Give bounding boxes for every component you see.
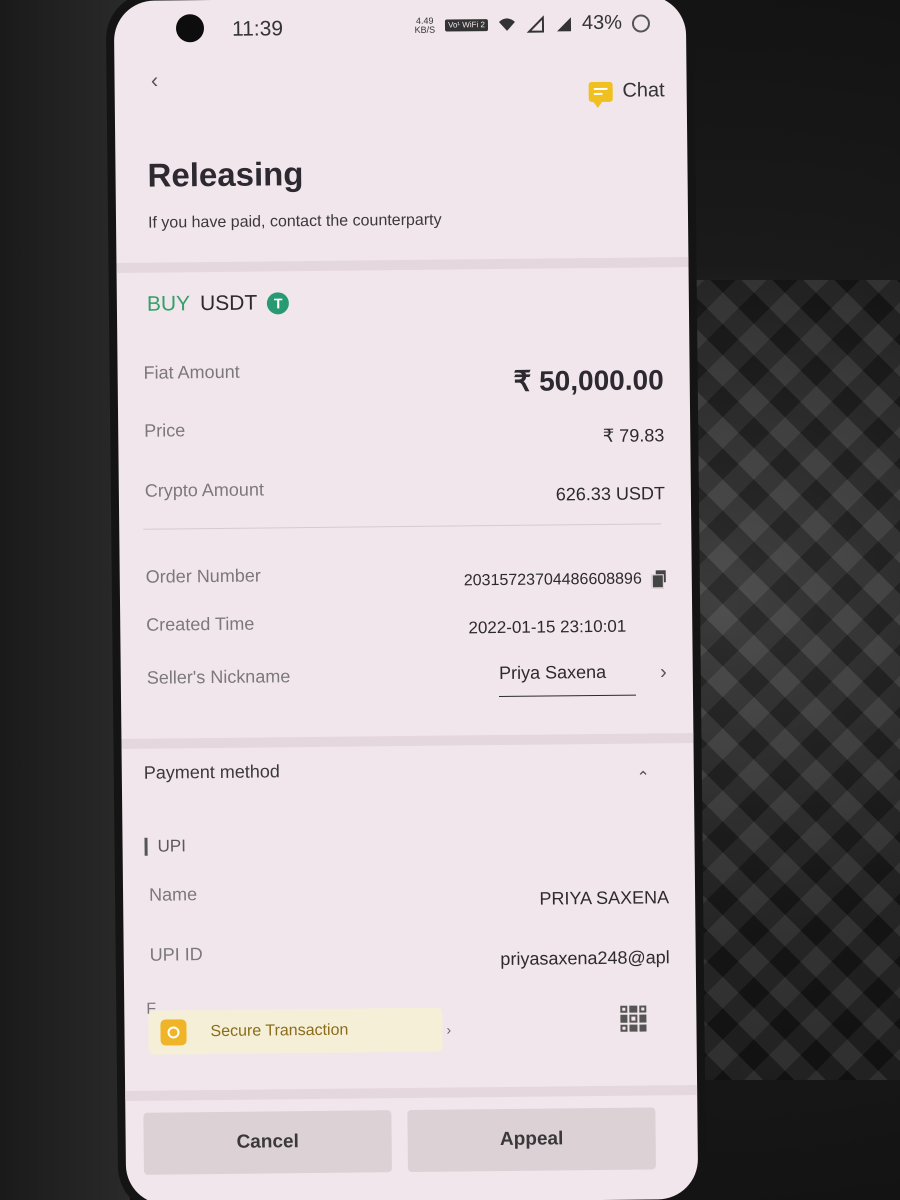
order-number-row: Order Number 20315723704486608896	[145, 561, 666, 590]
copy-icon[interactable]	[652, 571, 666, 587]
upi-method-label: UPI	[157, 836, 187, 856]
chat-button[interactable]: Chat	[588, 79, 665, 103]
crypto-amount-value: 626.33 USDT	[555, 483, 666, 505]
created-time-value: 2022-01-15 23:10:01	[468, 616, 627, 637]
trade-asset: USDT	[199, 291, 258, 316]
tether-icon: T	[267, 292, 290, 315]
upi-id-value[interactable]: priyasaxena248@apl	[500, 947, 670, 970]
fiat-amount-value: ₹ 50,000.00	[513, 364, 664, 397]
seller-nickname: Priya Saxena	[498, 661, 637, 698]
trade-header: BUY USDT T	[147, 291, 290, 316]
amounts-divider	[143, 523, 662, 530]
phone-screen: 11:39 4.49 KB/S Vo¹ WiFi 2 43% ‹ Chat Re…	[113, 0, 699, 1200]
seller-row[interactable]: Seller's Nickname Priya Saxena ›	[146, 655, 667, 698]
battery-percent: 43%	[581, 11, 623, 35]
appeal-button[interactable]: Appeal	[407, 1107, 656, 1173]
payee-name-row: Name PRIYA SAXENA	[148, 879, 669, 908]
signal-icon	[526, 15, 545, 33]
crypto-amount-label: Crypto Amount	[144, 479, 265, 501]
wifi-calling-badge: Vo¹ WiFi 2	[444, 18, 489, 32]
chat-label: Chat	[622, 79, 665, 102]
upi-id-label: UPI ID	[149, 944, 203, 965]
status-time: 11:39	[231, 17, 284, 41]
order-number-value: 20315723704486608896	[463, 570, 642, 590]
crypto-amount-row: Crypto Amount 626.33 USDT	[144, 475, 665, 504]
created-time-label: Created Time	[146, 613, 255, 635]
chat-icon	[588, 81, 613, 102]
status-bar: 11:39 4.49 KB/S Vo¹ WiFi 2 43%	[114, 0, 687, 55]
created-time-row: Created Time 2022-01-15 23:10:01	[146, 609, 666, 637]
page-subtitle: If you have paid, contact the counterpar…	[147, 211, 442, 232]
secure-chevron-icon: ›	[446, 1021, 452, 1038]
shield-icon	[160, 1019, 187, 1046]
fiat-amount-row: Fiat Amount ₹ 50,000.00	[143, 351, 664, 397]
upi-heading: UPI	[144, 836, 186, 856]
order-number-field: 20315723704486608896	[464, 567, 666, 590]
signal-icon-2	[557, 16, 572, 31]
trade-side: BUY	[146, 292, 191, 316]
price-value: ₹ 79.83	[602, 425, 665, 446]
front-camera	[175, 14, 205, 43]
price-label: Price	[144, 420, 186, 441]
page-title: Releasing	[147, 155, 304, 194]
cancel-button[interactable]: Cancel	[143, 1110, 392, 1175]
price-row: Price ₹ 79.83	[144, 415, 664, 446]
secure-transaction-label: Secure Transaction	[210, 1021, 349, 1041]
status-indicators: 4.49 KB/S Vo¹ WiFi 2 43%	[414, 11, 651, 36]
order-number-label: Order Number	[145, 565, 261, 587]
seller-link[interactable]: Priya Saxena ›	[498, 655, 667, 698]
secure-transaction-banner[interactable]: Secure Transaction	[148, 1007, 443, 1055]
network-speed-unit: KB/S	[414, 24, 436, 35]
payee-name-value: PRIYA SAXENA	[539, 887, 670, 909]
wifi-icon	[498, 17, 515, 31]
upi-id-row: UPI ID priyasaxena248@apl	[149, 939, 670, 969]
payment-method-title: Payment method	[143, 761, 280, 783]
seller-label: Seller's Nickname	[146, 665, 291, 688]
network-speed: 4.49 KB/S	[414, 15, 436, 35]
fiat-amount-label: Fiat Amount	[143, 361, 240, 383]
qr-code-icon[interactable]	[620, 1005, 647, 1032]
payee-name-label: Name	[148, 884, 198, 905]
section-divider-2	[121, 732, 694, 749]
section-divider-3	[125, 1084, 698, 1101]
upi-marker	[144, 837, 148, 856]
chevron-up-icon[interactable]: ⌃	[636, 767, 650, 787]
background-fabric	[670, 280, 900, 1080]
chevron-right-icon: ›	[659, 660, 667, 683]
battery-icon	[631, 13, 651, 33]
section-divider	[116, 257, 689, 274]
phone-device: 11:39 4.49 KB/S Vo¹ WiFi 2 43% ‹ Chat Re…	[105, 0, 707, 1200]
back-arrow-icon[interactable]: ‹	[142, 68, 166, 93]
